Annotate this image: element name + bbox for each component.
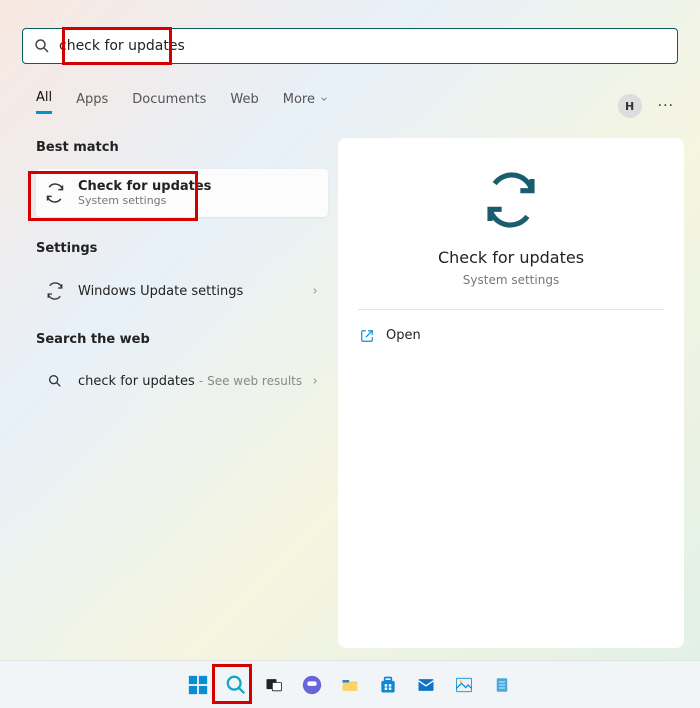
search-input[interactable]	[59, 38, 667, 54]
action-open[interactable]: Open	[358, 320, 664, 351]
search-window: All Apps Documents Web More H ··· Best m…	[8, 10, 692, 653]
chevron-right-icon	[310, 286, 320, 296]
taskbar-chat-icon[interactable]	[298, 671, 326, 699]
chevron-down-icon	[319, 94, 329, 104]
search-scope-tabs: All Apps Documents Web More	[36, 90, 329, 114]
tab-web[interactable]: Web	[230, 92, 258, 113]
result-search-web[interactable]: check for updates - See web results	[36, 361, 328, 401]
top-right-controls: H ···	[618, 94, 674, 118]
result-label: Windows Update settings	[78, 284, 243, 299]
taskbar-taskview-button[interactable]	[260, 671, 288, 699]
taskbar-store-icon[interactable]	[374, 671, 402, 699]
search-icon	[44, 373, 66, 389]
open-external-icon	[360, 329, 374, 343]
result-subtitle: System settings	[78, 194, 211, 207]
chevron-right-icon	[310, 376, 320, 386]
divider	[358, 309, 664, 310]
taskbar-start-button[interactable]	[184, 671, 212, 699]
search-box[interactable]	[22, 28, 678, 64]
result-title: Check for updates	[78, 179, 211, 194]
taskbar-mail-icon[interactable]	[412, 671, 440, 699]
result-check-for-updates[interactable]: Check for updates System settings	[36, 169, 328, 217]
taskbar-notepad-icon[interactable]	[488, 671, 516, 699]
sync-icon	[44, 183, 66, 203]
more-options-button[interactable]: ···	[658, 98, 674, 114]
preview-icon-sync	[358, 172, 664, 228]
taskbar-photos-icon[interactable]	[450, 671, 478, 699]
result-hint: - See web results	[199, 374, 302, 388]
tab-all[interactable]: All	[36, 90, 52, 114]
result-windows-update-settings[interactable]: Windows Update settings	[36, 270, 328, 312]
result-label: check for updates	[78, 374, 195, 389]
section-search-web: Search the web	[36, 332, 328, 347]
preview-subtitle: System settings	[358, 273, 664, 287]
user-avatar[interactable]: H	[618, 94, 642, 118]
preview-title: Check for updates	[358, 248, 664, 267]
results-list: Best match Check for updates System sett…	[36, 140, 328, 401]
section-best-match: Best match	[36, 140, 328, 155]
tab-more[interactable]: More	[283, 92, 329, 113]
tab-documents[interactable]: Documents	[132, 92, 206, 113]
tab-more-label: More	[283, 92, 315, 107]
taskbar	[0, 660, 700, 708]
taskbar-search-button[interactable]	[222, 671, 250, 699]
sync-icon	[44, 282, 66, 300]
preview-pane: Check for updates System settings Open	[338, 138, 684, 648]
taskbar-explorer-icon[interactable]	[336, 671, 364, 699]
action-label: Open	[386, 328, 421, 343]
section-settings: Settings	[36, 241, 328, 256]
search-icon	[33, 37, 51, 55]
tab-apps[interactable]: Apps	[76, 92, 108, 113]
